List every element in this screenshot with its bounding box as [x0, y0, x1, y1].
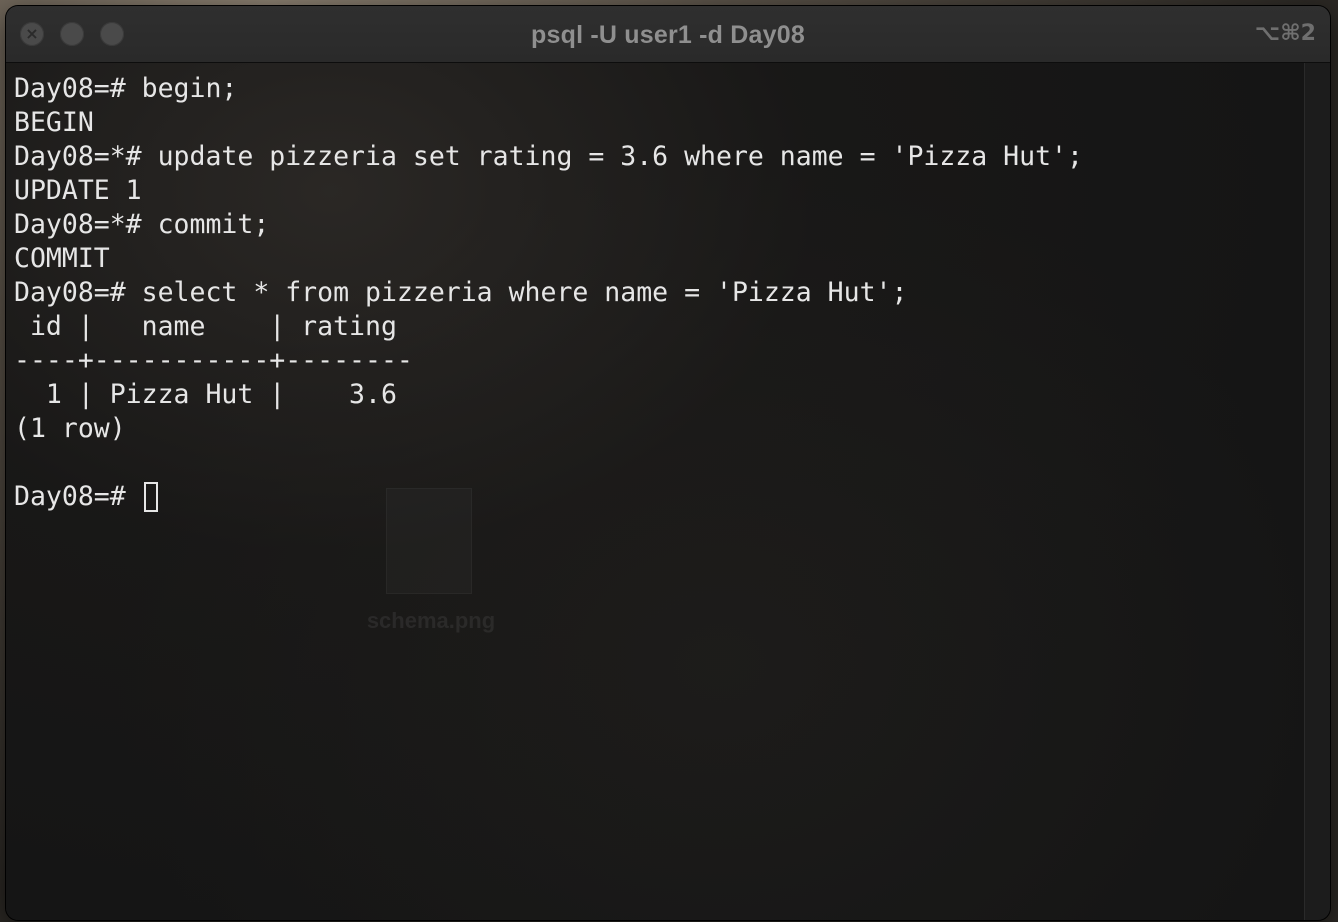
terminal-line: Day08=*# commit; — [14, 209, 270, 240]
terminal-output: Day08=# begin; BEGIN Day08=*# update piz… — [14, 72, 1083, 514]
desktop-file-label: schema.png — [366, 608, 496, 633]
table-header-row: id | name | rating — [14, 311, 397, 342]
prompt-text: Day08=# — [14, 481, 142, 512]
terminal-line: UPDATE 1 — [14, 175, 142, 206]
title-bar[interactable]: × psql -U user1 -d Day08 ⌥⌘2 — [6, 6, 1330, 63]
terminal-line: Day08=# select * from pizzeria where nam… — [14, 277, 908, 308]
terminal-line: Day08=# begin; — [14, 73, 238, 104]
terminal-window[interactable]: × psql -U user1 -d Day08 ⌥⌘2 schema.png … — [6, 6, 1330, 920]
window-shortcut-label: ⌥⌘2 — [1254, 21, 1316, 46]
terminal-line: BEGIN — [14, 107, 94, 138]
row-count: (1 row) — [14, 413, 126, 444]
window-title: psql -U user1 -d Day08 — [531, 21, 805, 49]
text-cursor — [143, 482, 158, 512]
terminal-content[interactable]: schema.png Day08=# begin; BEGIN Day08=*#… — [6, 63, 1304, 920]
table-row: 1 | Pizza Hut | 3.6 — [14, 379, 397, 410]
scrollbar-track[interactable] — [1304, 63, 1330, 920]
prompt-line[interactable]: Day08=# — [14, 480, 1083, 514]
terminal-line: Day08=*# update pizzeria set rating = 3.… — [14, 141, 1083, 172]
terminal-line: COMMIT — [14, 243, 110, 274]
table-separator: ----+-----------+-------- — [14, 345, 413, 376]
